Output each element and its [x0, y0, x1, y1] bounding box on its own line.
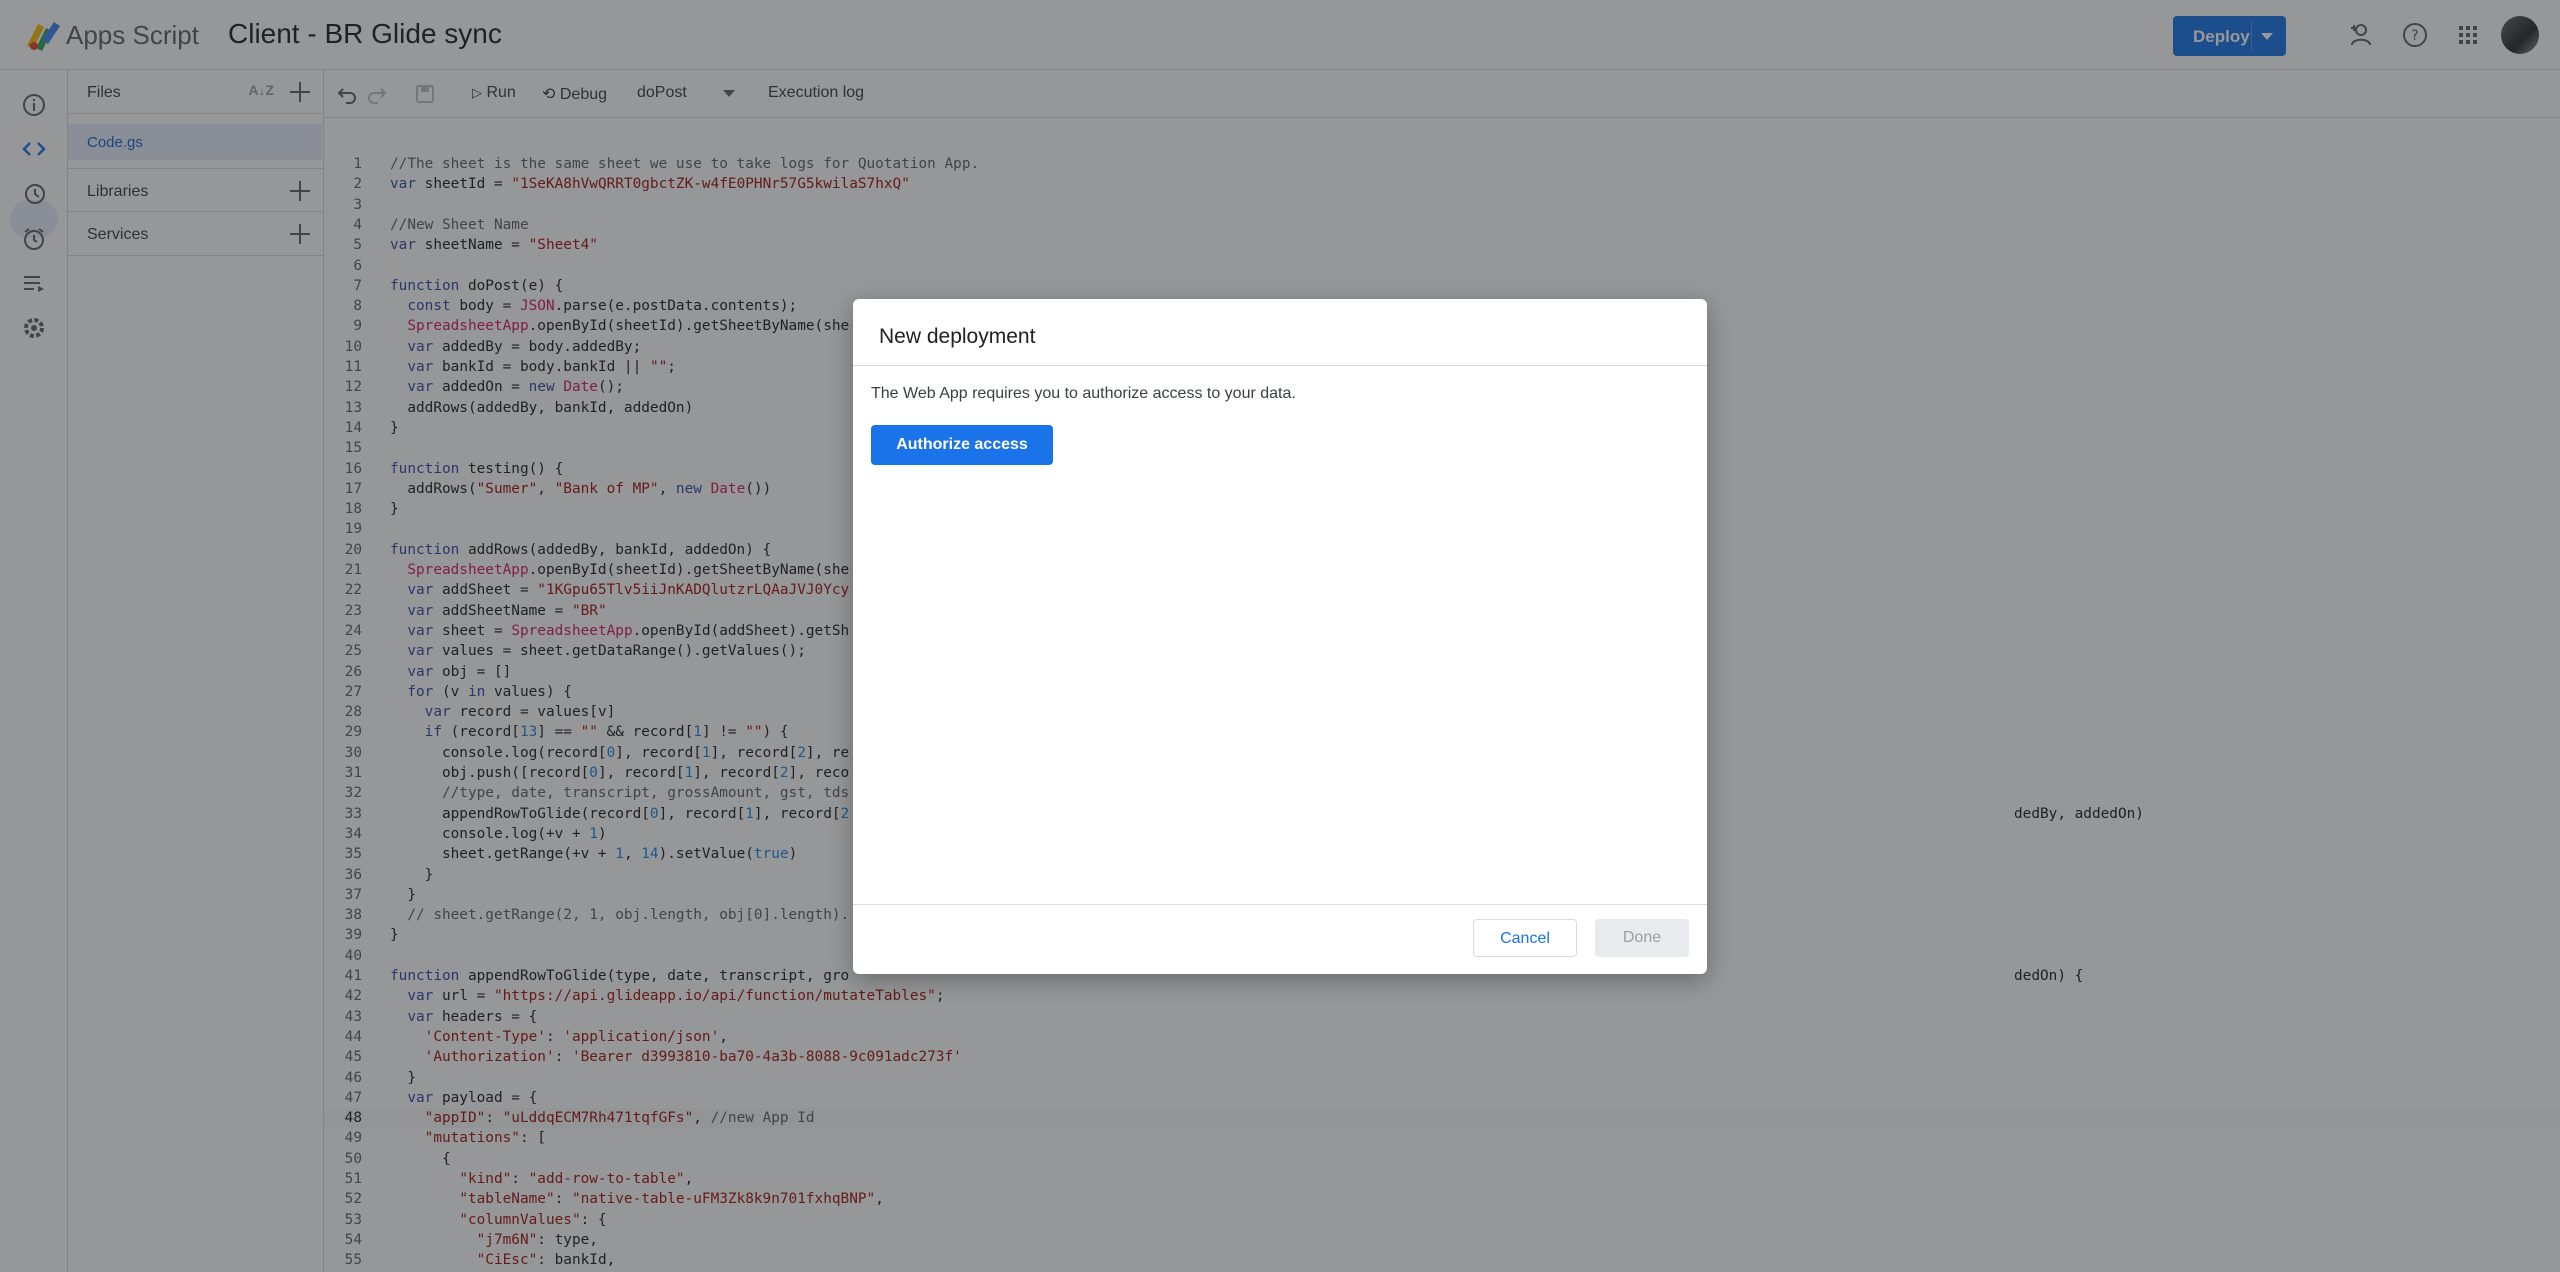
- authorize-access-button[interactable]: Authorize access: [871, 425, 1053, 465]
- new-deployment-dialog: New deployment The Web App requires you …: [853, 299, 1707, 974]
- dialog-header-divider: [853, 365, 1707, 366]
- dialog-title: New deployment: [879, 325, 1036, 348]
- dialog-footer-divider: [853, 904, 1707, 905]
- dialog-message: The Web App requires you to authorize ac…: [871, 385, 1296, 402]
- cancel-button[interactable]: Cancel: [1473, 919, 1577, 957]
- done-button[interactable]: Done: [1595, 919, 1689, 957]
